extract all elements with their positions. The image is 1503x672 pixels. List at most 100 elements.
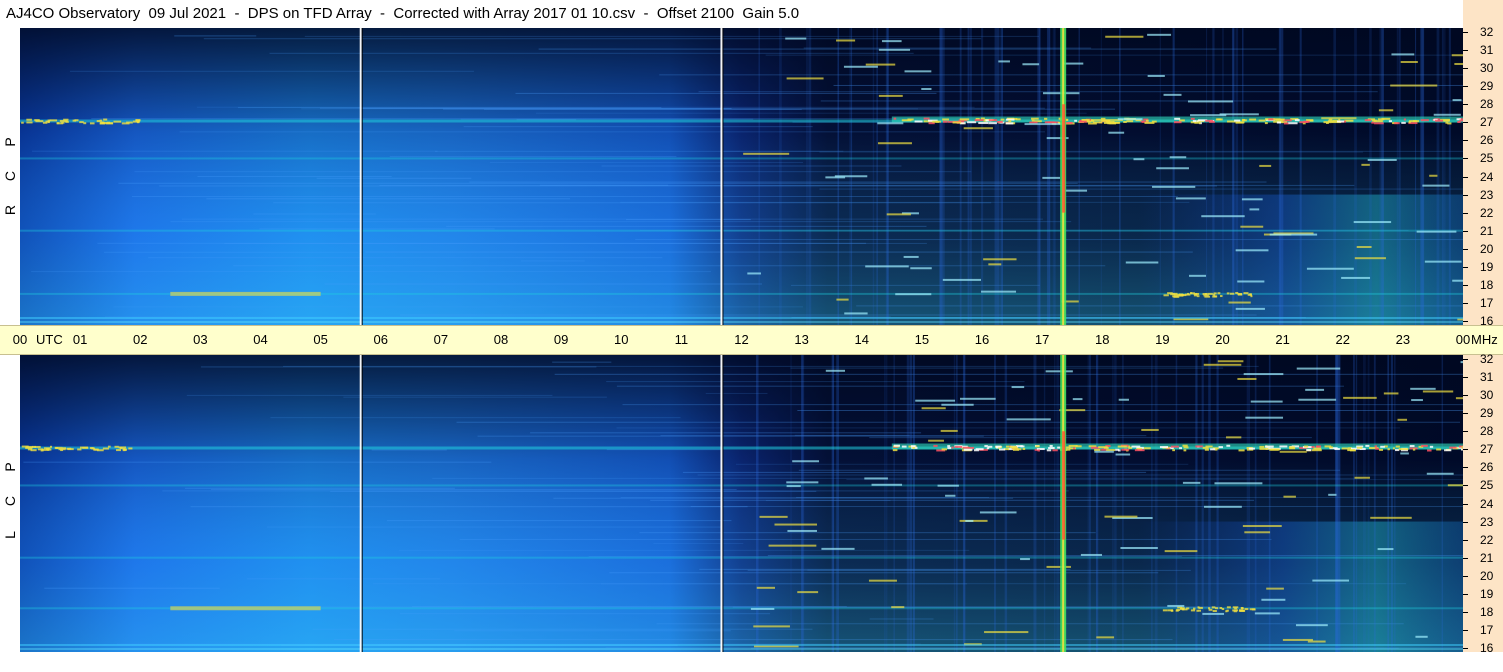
band-hotspot: [1213, 295, 1218, 298]
rfi-burst: [1169, 156, 1187, 159]
rfi-burst: [1042, 176, 1061, 179]
noise-striation: [722, 150, 844, 152]
band-hotspot: [1401, 121, 1406, 124]
noise-streak: [1242, 28, 1244, 325]
rfi-burst: [1217, 360, 1244, 363]
time-marker-shadow: [361, 355, 363, 652]
frequency-band: [20, 648, 1463, 650]
noise-striation: [833, 84, 1463, 86]
noise-striation: [148, 257, 663, 259]
band-hotspot: [1215, 607, 1219, 610]
band-hotspot: [1427, 449, 1432, 452]
rfi-burst: [1400, 61, 1418, 64]
freq-tick-label: 16: [1480, 641, 1494, 655]
rfi-burst: [1235, 249, 1269, 252]
band-hotspot: [1094, 448, 1101, 451]
band-hotspot: [1172, 292, 1178, 295]
band-hotspot: [1163, 294, 1169, 297]
band-hotspot: [1294, 119, 1300, 122]
rfi-burst: [1454, 62, 1463, 65]
freq-tick-mark: [1463, 230, 1468, 232]
rfi-burst: [753, 625, 790, 628]
freq-tick-mark: [1463, 503, 1468, 505]
rfi-burst: [1214, 482, 1263, 485]
band-hotspot: [1315, 445, 1320, 448]
noise-striation: [312, 628, 813, 630]
noise-streak: [758, 28, 760, 325]
noise-striation: [179, 131, 1046, 133]
band-hotspot: [988, 122, 997, 125]
band-hotspot: [893, 117, 897, 120]
band-hotspot: [942, 118, 949, 121]
rfi-burst: [1240, 225, 1264, 228]
rfi-burst: [1094, 450, 1114, 453]
freq-tick-mark: [1463, 104, 1468, 106]
noise-striation: [820, 100, 1463, 102]
band-hotspot: [1170, 445, 1179, 448]
frequency-band: [20, 317, 1463, 319]
rfi-burst: [1433, 113, 1461, 116]
time-tick-label: 23: [1395, 332, 1411, 347]
rfi-burst: [1006, 418, 1051, 421]
band-hotspot: [1413, 120, 1419, 123]
band-hotspot: [1387, 448, 1390, 451]
time-tick-label: 07: [433, 332, 449, 347]
band-hotspot: [1394, 122, 1400, 125]
noise-striation: [44, 587, 220, 589]
rfi-burst: [1328, 493, 1337, 496]
band-hotspot: [34, 445, 41, 448]
band-hotspot: [1052, 449, 1058, 452]
band-hotspot: [951, 446, 954, 449]
rfi-burst: [928, 439, 944, 442]
freq-tick-mark: [1463, 485, 1468, 487]
rfi-burst: [1383, 392, 1399, 395]
band-hotspot: [1192, 120, 1197, 123]
band-hotspot: [1421, 444, 1428, 447]
noise-streak: [1232, 28, 1235, 325]
freq-tick-label: 31: [1480, 370, 1494, 385]
band-hotspot: [1429, 445, 1434, 448]
noise-streak: [1159, 28, 1161, 325]
band-hotspot: [1000, 118, 1005, 121]
freq-tick-mark: [1463, 377, 1468, 379]
noise-striation: [616, 385, 1344, 387]
band-hotspot: [35, 120, 44, 123]
band-hotspot: [1364, 119, 1371, 122]
rfi-burst: [1024, 123, 1066, 126]
band-hotspot: [1196, 609, 1199, 612]
band-hotspot: [77, 448, 82, 451]
noise-striation: [246, 578, 441, 580]
band-hotspot: [1067, 448, 1071, 451]
rfi-burst: [959, 397, 996, 400]
freq-tick-label: 21: [1480, 550, 1494, 565]
time-marker-line: [720, 28, 723, 325]
rfi-burst: [1321, 117, 1357, 120]
time-marker-shadow: [722, 355, 724, 652]
freq-tick-label: 19: [1480, 586, 1494, 601]
rfi-burst: [1452, 99, 1462, 102]
band-hotspot: [1237, 293, 1243, 296]
rfi-burst: [774, 523, 818, 526]
band-hotspot: [974, 119, 984, 122]
noise-streak: [981, 28, 984, 325]
rfi-burst: [981, 290, 1017, 293]
freq-tick-mark: [1463, 449, 1468, 451]
band-hotspot: [1218, 446, 1223, 449]
noise-striation: [399, 613, 771, 615]
rfi-burst: [792, 460, 820, 463]
rfi-burst: [1141, 428, 1159, 431]
noise-striation: [653, 543, 744, 545]
rfi-burst: [1125, 261, 1159, 264]
band-hotspot: [66, 447, 72, 450]
rfi-burst: [878, 94, 903, 97]
noise-striation: [333, 639, 1173, 641]
noise-striation: [535, 112, 1087, 114]
rfi-burst: [1118, 398, 1129, 401]
band-hotspot: [1265, 445, 1274, 448]
freq-tick-mark: [1463, 50, 1468, 52]
band-hotspot: [1226, 292, 1230, 295]
noise-streak: [1100, 28, 1102, 325]
band-hotspot: [1205, 445, 1213, 448]
freq-axis-corner: [1463, 0, 1503, 28]
band-hotspot: [1242, 118, 1245, 121]
